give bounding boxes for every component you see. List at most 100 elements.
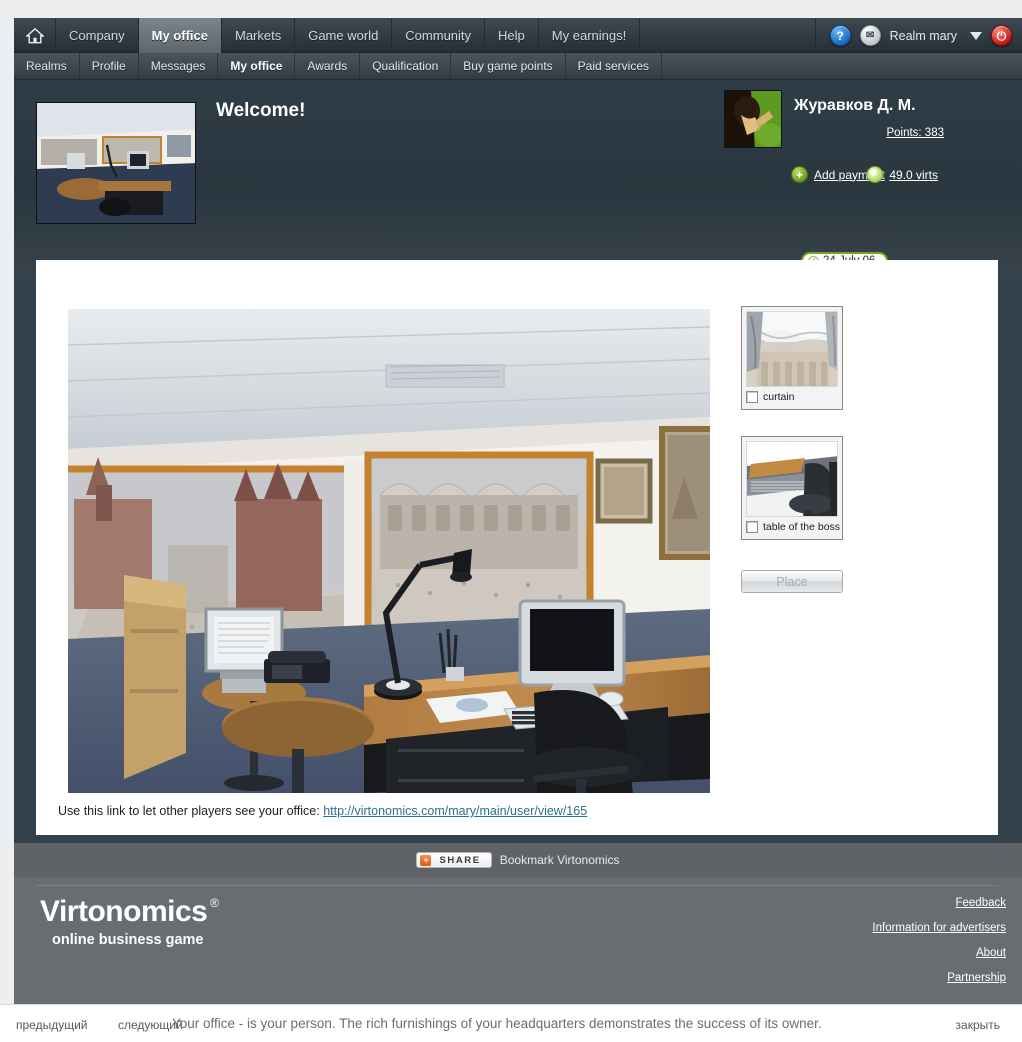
header-band: Welcome! Журавков Д. М. Points: 383 + Ad… <box>14 80 1022 276</box>
boss-table-thumbnail-image <box>747 442 837 516</box>
viewport-gutter-left <box>0 0 14 1042</box>
nav-label: Game world <box>308 28 379 43</box>
footer-link-about[interactable]: About <box>976 947 1006 959</box>
subnav-label: Messages <box>150 59 206 73</box>
share-button[interactable]: + SHARE <box>416 852 492 868</box>
logo-name: Virtonomics <box>40 895 208 928</box>
subnav-label: Realms <box>26 59 67 73</box>
home-icon <box>25 27 44 43</box>
tutorial-prev-button[interactable]: предыдущий <box>16 1018 88 1032</box>
tutorial-bar: предыдущий следующий Your office - is yo… <box>0 1004 1022 1042</box>
item-card-boss-table[interactable]: table of the boss <box>741 436 843 540</box>
nav-item-community[interactable]: Community <box>392 18 486 53</box>
bookmark-label: Bookmark Virtonomics <box>499 853 620 867</box>
nav-item-my-office[interactable]: My office <box>138 18 222 53</box>
subnav-item-qualification[interactable]: Qualification <box>360 53 452 79</box>
realm-selector-label[interactable]: Realm mary <box>890 29 957 43</box>
logo-wordmark: Virtonomics ® <box>40 895 219 928</box>
nav-item-my-earnings[interactable]: My earnings! <box>539 18 641 53</box>
subnav-label: Qualification <box>372 59 439 73</box>
share-strip: + SHARE Bookmark Virtonomics <box>14 843 1022 877</box>
subnav-label: Profile <box>91 59 126 73</box>
page-title: Welcome! <box>216 100 306 121</box>
page-root: Company My office Markets Game world Com… <box>0 0 1022 1042</box>
logo-tagline: online business game <box>52 932 204 948</box>
subnav-label: My office <box>230 59 283 73</box>
subnav-item-my-office[interactable]: My office <box>218 53 296 79</box>
tutorial-message: Your office - is your person. The rich f… <box>172 1016 822 1031</box>
item-card-curtain[interactable]: curtain <box>741 306 843 410</box>
office-scene-image[interactable] <box>68 309 710 793</box>
viewport-gutter-top <box>0 0 1022 18</box>
nav-item-help[interactable]: Help <box>485 18 539 53</box>
app-shell: Company My office Markets Game world Com… <box>14 18 1022 1042</box>
subnav-item-awards[interactable]: Awards <box>295 53 361 79</box>
place-button[interactable]: Place <box>741 570 843 593</box>
boss-table-thumbnail <box>746 441 838 517</box>
share-plus-icon: + <box>420 854 432 866</box>
footer-link-feedback[interactable]: Feedback <box>955 897 1006 909</box>
item-label-curtain: curtain <box>763 391 795 403</box>
nav-label: Markets <box>234 28 282 43</box>
power-glyph: ⏻ <box>996 28 1007 43</box>
avatar-image <box>725 91 781 147</box>
help-glyph: ? <box>836 28 844 43</box>
nav-item-game-world[interactable]: Game world <box>295 18 393 53</box>
tutorial-close-button[interactable]: закрыть <box>956 1018 1000 1032</box>
nav-spacer <box>640 18 816 53</box>
plus-icon: + <box>791 166 808 183</box>
home-button[interactable] <box>14 18 56 53</box>
subnav-label: Buy game points <box>463 59 553 73</box>
primary-navigation: Company My office Markets Game world Com… <box>14 18 1022 53</box>
item-row-boss-table: table of the boss <box>746 521 841 533</box>
footer: Virtonomics ® online business game Feedb… <box>14 877 1022 1022</box>
checkbox-boss-table[interactable] <box>746 521 758 533</box>
nav-label: Company <box>69 28 125 43</box>
coin-icon <box>866 166 884 183</box>
footer-link-advertisers[interactable]: Information for advertisers <box>872 922 1006 934</box>
help-icon[interactable]: ? <box>829 25 851 46</box>
nav-label: My earnings! <box>551 28 627 43</box>
subnav-spacer <box>662 53 1022 79</box>
item-row-curtain: curtain <box>746 391 838 403</box>
curtain-thumbnail-image <box>747 312 837 386</box>
checkbox-curtain[interactable] <box>746 391 758 403</box>
subnav-label: Paid services <box>577 59 650 73</box>
office-url-link[interactable]: http://virtonomics.com/mary/main/user/vi… <box>323 804 587 818</box>
subnav-item-buy-game-points[interactable]: Buy game points <box>451 53 566 79</box>
logout-icon[interactable]: ⏻ <box>991 25 1012 46</box>
avatar[interactable] <box>724 90 782 148</box>
content-card: curtain table of the boss Place Use this… <box>36 260 998 835</box>
nav-utility-group: ? ✉ Realm mary ⏻ <box>816 18 1022 53</box>
share-button-label: SHARE <box>439 854 481 866</box>
chevron-down-icon[interactable] <box>970 31 982 40</box>
office-scene-render <box>68 309 710 793</box>
share-office-link-prefix: Use this link to let other players see y… <box>58 804 320 818</box>
subnav-item-realms[interactable]: Realms <box>14 53 80 79</box>
curtain-thumbnail <box>746 311 838 387</box>
virts-balance[interactable]: 49.0 virts <box>866 166 938 183</box>
nav-label: Community <box>405 28 472 43</box>
office-preview-thumbnail[interactable] <box>36 102 196 224</box>
subnav-item-messages[interactable]: Messages <box>139 53 219 79</box>
registered-mark-icon: ® <box>209 896 219 910</box>
user-name: Журавков Д. М. <box>794 97 916 114</box>
footer-link-partnership[interactable]: Partnership <box>947 972 1006 984</box>
mail-icon[interactable]: ✉ <box>859 25 881 46</box>
nav-item-markets[interactable]: Markets <box>222 18 296 53</box>
points-link[interactable]: Points: 383 <box>886 127 944 139</box>
subnav-item-paid-services[interactable]: Paid services <box>566 53 663 79</box>
mail-glyph: ✉ <box>865 29 875 41</box>
footer-divider <box>36 885 998 886</box>
footer-links: Feedback Information for advertisers Abo… <box>872 897 1006 984</box>
share-office-link-row: Use this link to let other players see y… <box>58 804 587 818</box>
subnav-label: Awards <box>307 59 348 73</box>
nav-label: My office <box>151 28 208 43</box>
office-thumbnail-image <box>37 103 195 223</box>
virts-label: 49.0 virts <box>889 167 938 182</box>
item-label-boss-table: table of the boss <box>763 521 841 533</box>
footer-logo: Virtonomics ® online business game <box>40 895 219 949</box>
nav-item-company[interactable]: Company <box>56 18 139 53</box>
nav-label: Help <box>498 28 525 43</box>
subnav-item-profile[interactable]: Profile <box>80 53 139 79</box>
